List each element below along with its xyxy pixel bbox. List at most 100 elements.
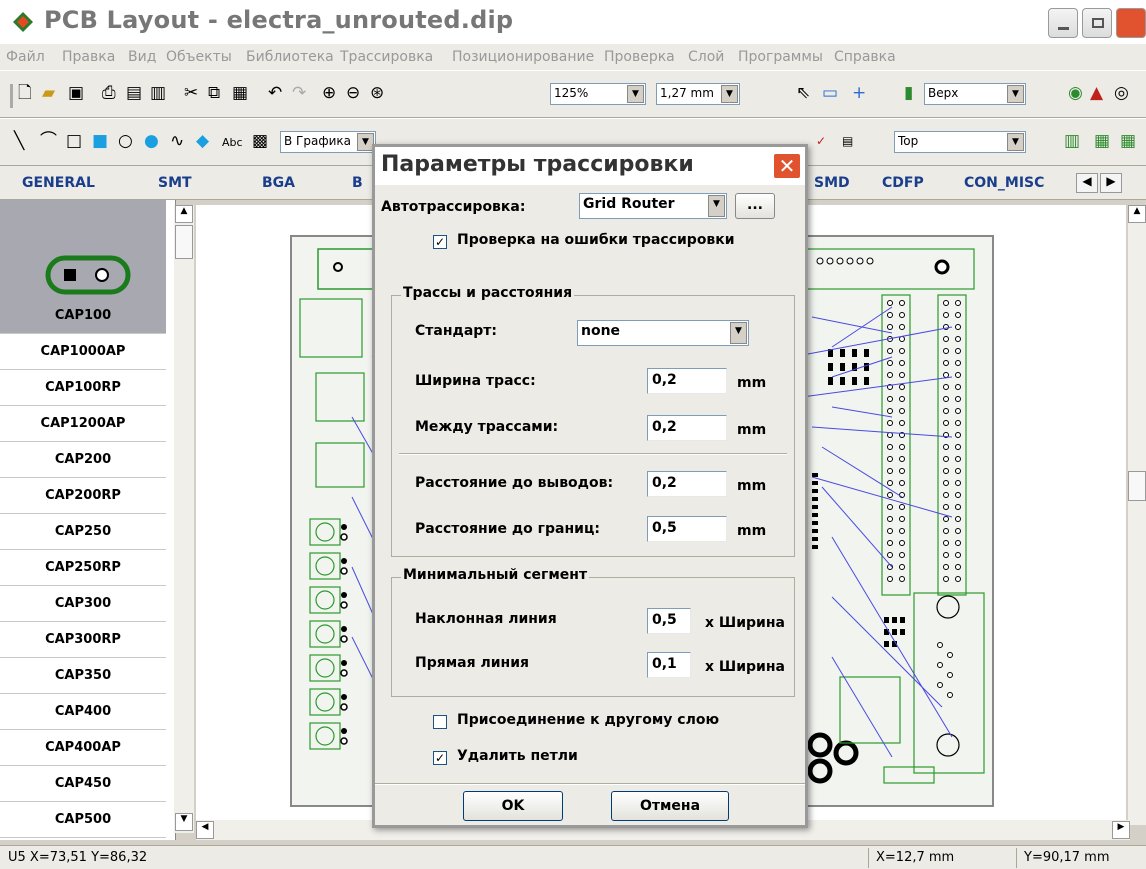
trace-spacing-input[interactable]: 0,2 [647, 415, 727, 441]
new-file-icon[interactable]: 🗋 [18, 83, 32, 103]
list-item[interactable]: CAP400 [0, 694, 166, 730]
layer-select[interactable]: Верх ▼ [924, 83, 1026, 105]
polyline-icon[interactable]: ∿ [170, 131, 184, 151]
copy-icon[interactable]: ⧉ [208, 83, 220, 103]
component-icon[interactable]: ▭ [822, 83, 838, 103]
menu-placement[interactable]: Позиционирование [452, 49, 594, 65]
tab-con-misc[interactable]: CON_MISC [964, 175, 1044, 191]
tab-bga[interactable]: BGA [262, 175, 295, 191]
border-clearance-input[interactable]: 0,5 [647, 516, 727, 542]
paste-icon[interactable]: ▦ [232, 83, 248, 103]
list-item[interactable]: CAP200 [0, 442, 166, 478]
diagonal-line-input[interactable]: 0,5 [647, 608, 691, 634]
category-select[interactable]: В Графика ▼ [280, 131, 376, 153]
list-item[interactable]: CAP200RP [0, 478, 166, 514]
menu-help[interactable]: Справка [834, 49, 896, 65]
autorouter-select[interactable]: Grid Router ▼ [579, 193, 727, 219]
close-window-button[interactable] [1116, 8, 1146, 38]
restore-button[interactable] [1082, 8, 1112, 38]
list-item[interactable]: CAP350 [0, 658, 166, 694]
menu-programs[interactable]: Программы [738, 49, 823, 65]
drc-icon[interactable]: ✓ [816, 131, 826, 151]
scroll-thumb[interactable] [1128, 471, 1146, 501]
straight-line-input[interactable]: 0,1 [647, 652, 691, 678]
connect-layer-checkbox[interactable] [433, 715, 447, 729]
cancel-button[interactable]: Отмена [611, 791, 729, 821]
tab-scroll-left-icon[interactable]: ◀ [1076, 173, 1098, 193]
list-item[interactable]: CAP100RP [0, 370, 166, 406]
check-errors-checkbox[interactable]: ✓ [433, 235, 447, 249]
scroll-up-icon[interactable]: ▲ [175, 205, 193, 223]
pad-clearance-input[interactable]: 0,2 [647, 471, 727, 497]
drc-settings-icon[interactable]: ▤ [842, 131, 853, 151]
ok-button[interactable]: OK [463, 791, 563, 821]
polygon-icon[interactable]: ◆ [196, 131, 209, 151]
rectangle-icon[interactable]: □ [66, 131, 82, 151]
cut-icon[interactable]: ✂ [184, 83, 198, 103]
list-item[interactable]: CAP400AP [0, 730, 166, 766]
minimize-button[interactable] [1048, 8, 1078, 38]
save-icon[interactable]: ▣ [68, 83, 84, 103]
chip-icon[interactable]: ▦ [1094, 131, 1110, 151]
filled-circle-icon[interactable]: ● [144, 131, 159, 151]
menu-routing[interactable]: Трассировка [340, 49, 433, 65]
scroll-down-icon[interactable]: ▼ [175, 813, 193, 831]
tab-cdfp[interactable]: CDFP [882, 175, 924, 191]
scroll-up-icon[interactable]: ▲ [1128, 205, 1146, 223]
report-icon[interactable]: ▥ [150, 83, 166, 103]
menu-verify[interactable]: Проверка [604, 49, 675, 65]
list-item[interactable]: CAP300 [0, 586, 166, 622]
list-item[interactable]: CAP500 [0, 802, 166, 838]
canvas-vscrollbar[interactable]: ▲ [1128, 205, 1146, 825]
menu-view[interactable]: Вид [128, 49, 156, 65]
grid-select[interactable]: 1,27 mm ▼ [656, 83, 740, 105]
print-icon[interactable]: ⎙ [102, 83, 116, 103]
crosshair-icon[interactable]: + [852, 83, 866, 103]
list-item[interactable]: CAP1000AP [0, 334, 166, 370]
remove-loops-checkbox[interactable]: ✓ [433, 751, 447, 765]
image-icon[interactable]: ▩ [252, 131, 268, 151]
print-preview-icon[interactable]: ▤ [126, 83, 142, 103]
undo-icon[interactable]: ↶ [268, 83, 282, 103]
menu-edit[interactable]: Правка [62, 49, 115, 65]
open-folder-icon[interactable]: ▰ [42, 83, 55, 103]
circle-icon[interactable]: ○ [118, 131, 133, 151]
menu-file[interactable]: Файл [6, 49, 45, 65]
tab-general[interactable]: GENERAL [22, 175, 95, 191]
scroll-thumb[interactable] [175, 225, 193, 259]
via-icon[interactable]: ◉ [1068, 83, 1083, 103]
zoom-select[interactable]: 125% ▼ [550, 83, 646, 105]
redo-icon[interactable]: ↷ [292, 83, 306, 103]
text-tool-icon[interactable]: ▲ [1090, 83, 1103, 103]
menu-library[interactable]: Библиотека [246, 49, 334, 65]
close-icon[interactable]: ✕ [773, 153, 801, 179]
list-item[interactable]: CAP300RP [0, 622, 166, 658]
pointer-icon[interactable]: ⇖ [796, 83, 810, 103]
text-icon[interactable]: Abc [222, 133, 243, 153]
trace-width-input[interactable]: 0,2 [647, 368, 727, 394]
tab-scroll-right-icon[interactable]: ▶ [1100, 173, 1122, 193]
top-layer-select[interactable]: Top ▼ [894, 131, 1026, 153]
list-item[interactable]: CAP100 [0, 298, 166, 334]
list-item[interactable]: CAP1200AP [0, 406, 166, 442]
library-scrollbar[interactable]: ▲ ▼ [174, 205, 194, 833]
tab-smt[interactable]: SMT [158, 175, 192, 191]
menu-objects[interactable]: Объекты [166, 49, 232, 65]
list-item[interactable]: CAP450 [0, 766, 166, 802]
filled-rectangle-icon[interactable]: ■ [92, 131, 108, 151]
tab-smd[interactable]: SMD [814, 175, 850, 191]
list-item[interactable]: CAP250RP [0, 550, 166, 586]
zoom-in-icon[interactable]: ⊕ [322, 83, 336, 103]
zoom-fit-icon[interactable]: ⊛ [370, 83, 384, 103]
line-icon[interactable]: ╲ [14, 131, 24, 151]
footprint-icon[interactable]: ▥ [1064, 131, 1080, 151]
scroll-right-icon[interactable]: ▶ [1112, 821, 1130, 839]
scroll-left-icon[interactable]: ◀ [196, 821, 214, 839]
zoom-out-icon[interactable]: ⊖ [346, 83, 360, 103]
standard-select[interactable]: none ▼ [577, 320, 749, 346]
chip2-icon[interactable]: ▦ [1120, 131, 1136, 151]
list-item[interactable]: CAP250 [0, 514, 166, 550]
more-button[interactable]: ... [735, 193, 775, 219]
hole-icon[interactable]: ◎ [1114, 83, 1129, 103]
arc-icon[interactable]: ⌒ [40, 131, 57, 151]
